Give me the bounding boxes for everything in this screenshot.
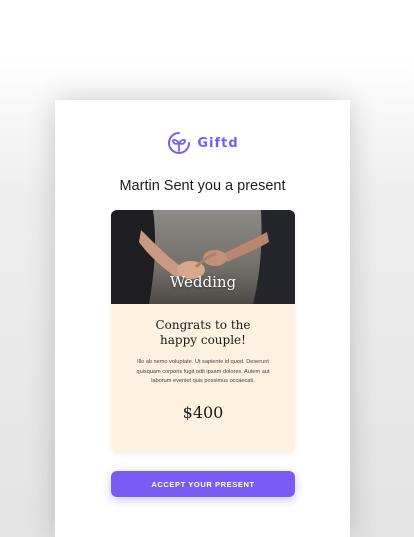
card-message: Illo ab nemo voluptate. Ut sapiente id q… <box>136 359 270 385</box>
brand-logo: Giftd <box>55 130 350 156</box>
card-title-line-2: happy couple! <box>160 333 246 347</box>
card-title: Congrats to the happy couple! <box>125 318 281 348</box>
gift-card: Wedding Congrats to the happy couple! Il… <box>111 210 295 452</box>
sender-heading: Martin Sent you a present <box>119 178 286 194</box>
brand-name: Giftd <box>197 135 239 151</box>
gift-amount: $400 <box>182 402 224 422</box>
card-title-line-1: Congrats to the <box>155 318 251 332</box>
occasion-label: Wedding <box>169 273 237 291</box>
email-sheet: Giftd Martin Sent you a present Wedding … <box>55 100 350 537</box>
wedding-photo: Wedding <box>111 210 295 304</box>
gift-logo-icon <box>168 132 191 154</box>
accept-present-button[interactable]: ACCEPT YOUR PRESENT <box>111 471 295 497</box>
